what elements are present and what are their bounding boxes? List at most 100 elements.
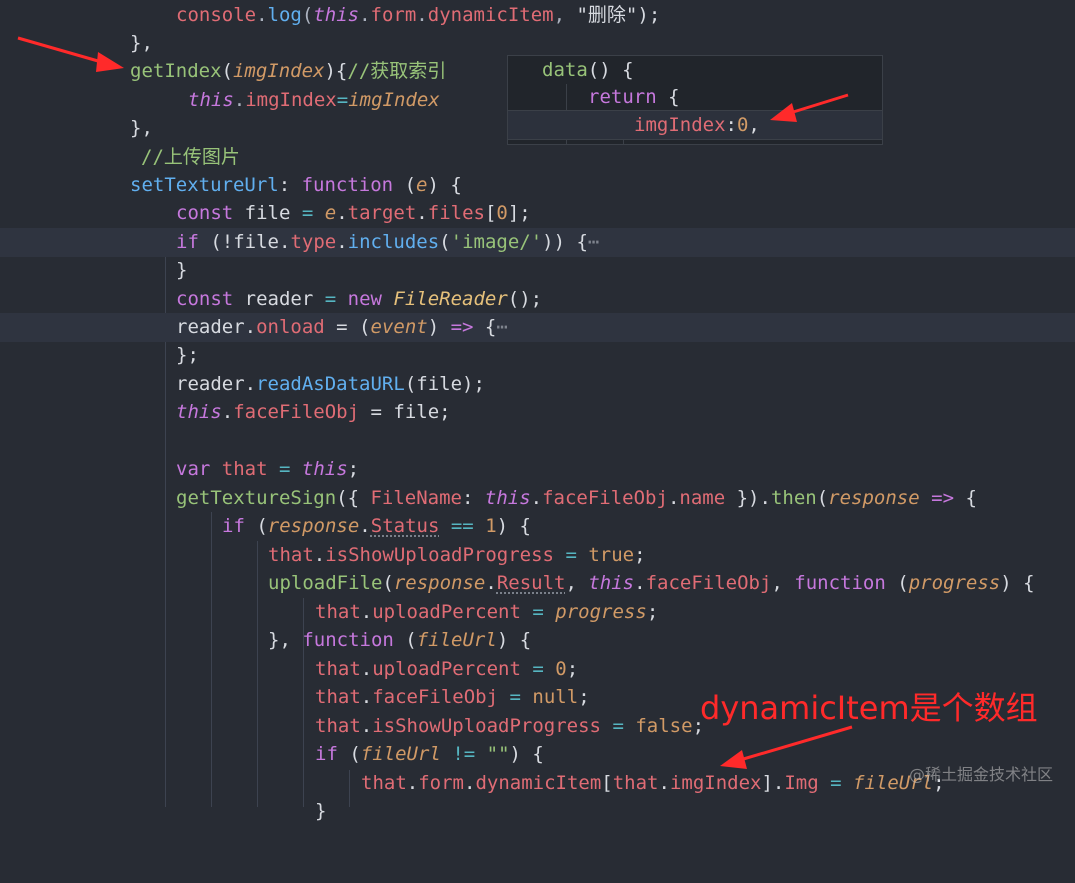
token: e <box>416 174 428 196</box>
token: response <box>393 572 486 594</box>
code-line[interactable]: if (response.Status == 1) { <box>0 512 1075 541</box>
code-line[interactable]: const file = e.target.files[0]; <box>0 199 1075 228</box>
token: } <box>315 800 327 822</box>
token: response <box>828 487 920 509</box>
code-line[interactable]: setTextureUrl: function (e) { <box>0 171 1075 200</box>
code-line[interactable]: reader.onload = (event) => {⋯ <box>0 313 1075 342</box>
watermark: @稀土掘金技术社区 <box>908 765 1053 784</box>
token: . <box>416 202 428 224</box>
token: 0 <box>736 114 749 136</box>
code-line[interactable]: this.faceFileObj = file; <box>0 398 1075 427</box>
token: onload <box>256 316 325 338</box>
token: }, <box>130 32 153 54</box>
code-line[interactable]: that.uploadPercent = progress; <box>0 598 1075 627</box>
code-line[interactable]: //上传图片 <box>0 143 1075 172</box>
token: faceFileObj <box>645 572 772 594</box>
code-line[interactable]: that.isShowUploadProgress = true; <box>0 541 1075 570</box>
token: }). <box>725 487 771 509</box>
token: ( <box>244 515 268 537</box>
code-line[interactable]: console.log(this.form.dynamicItem, "删除")… <box>0 1 1075 30</box>
token: uploadFile <box>268 572 383 594</box>
token: fileUrl <box>360 743 441 765</box>
token: uploadPercent <box>372 601 521 623</box>
token: 0 <box>496 202 508 224</box>
token: if <box>176 231 199 253</box>
code-line[interactable]: uploadFile(response.Result, this.faceFil… <box>0 569 1075 598</box>
token: this <box>301 458 348 480</box>
code-line[interactable]: that.uploadPercent = 0; <box>0 655 1075 684</box>
code-line[interactable]: const reader = new FileReader(); <box>0 285 1075 314</box>
token: imgIndex <box>245 89 337 111</box>
token: Img <box>784 772 819 794</box>
token: uploadPercent <box>372 658 521 680</box>
token: (); <box>507 288 543 310</box>
token: , <box>771 572 795 594</box>
code-line[interactable]: }, <box>0 29 1075 58</box>
token: . <box>416 4 428 26</box>
token: . <box>221 401 234 423</box>
token: }; <box>176 344 199 366</box>
code-line[interactable]: reader.readAsDataURL(file); <box>0 370 1075 399</box>
token: that <box>361 772 407 794</box>
token: reader <box>233 288 325 310</box>
token: (! <box>198 231 234 253</box>
token: , <box>553 4 577 26</box>
token: . <box>336 202 348 224</box>
code-line[interactable]: }; <box>0 341 1075 370</box>
code-line[interactable]: if (!file.type.includes('image/')) {⋯ <box>0 228 1075 257</box>
token: ( <box>816 487 829 509</box>
token: ) { <box>496 515 531 537</box>
code-line[interactable]: getTextureSign({ FileName: this.faceFile… <box>0 484 1075 513</box>
token: } <box>176 259 188 281</box>
code-inset-panel: data() { return { imgIndex:0, <box>507 55 883 145</box>
code-line[interactable]: } <box>0 797 1075 826</box>
token: = <box>509 686 521 708</box>
token: const <box>176 288 234 310</box>
token: . <box>336 231 348 253</box>
token: name <box>679 487 726 509</box>
token: ]; <box>507 202 531 224</box>
code-line[interactable]: var that = this; <box>0 455 1075 484</box>
token: e <box>324 202 337 224</box>
token: }, <box>268 629 303 651</box>
token: ); <box>462 373 485 395</box>
token: ( <box>221 60 233 82</box>
token: this <box>176 401 222 423</box>
token: == <box>450 515 474 537</box>
token: new <box>347 288 382 310</box>
code-line[interactable]: }, function (fileUrl) { <box>0 626 1075 655</box>
token: faceFileObj <box>542 487 668 509</box>
token: = ( <box>324 316 371 338</box>
token: . <box>256 4 268 26</box>
token: . <box>406 772 419 794</box>
token: if <box>222 515 245 537</box>
token: ){ <box>324 60 348 82</box>
token: form <box>418 772 464 794</box>
code-line: data() { <box>508 56 882 84</box>
token: faceFileObj <box>372 686 499 708</box>
token: then <box>770 487 817 509</box>
folded-ellipsis-icon[interactable]: ⋯ <box>496 316 507 338</box>
token: . <box>278 231 291 253</box>
token: that <box>315 715 361 737</box>
token: dynamicItem <box>427 4 554 26</box>
token: files <box>427 202 485 224</box>
token: function <box>302 629 394 651</box>
token: that <box>315 601 361 623</box>
token: includes <box>347 231 440 253</box>
token: : <box>462 487 485 509</box>
folded-ellipsis-icon[interactable]: ⋯ <box>588 231 599 253</box>
token: getIndex <box>130 60 222 82</box>
token: console <box>176 4 257 26</box>
code-line[interactable]: } <box>0 256 1075 285</box>
token: != <box>452 743 476 765</box>
